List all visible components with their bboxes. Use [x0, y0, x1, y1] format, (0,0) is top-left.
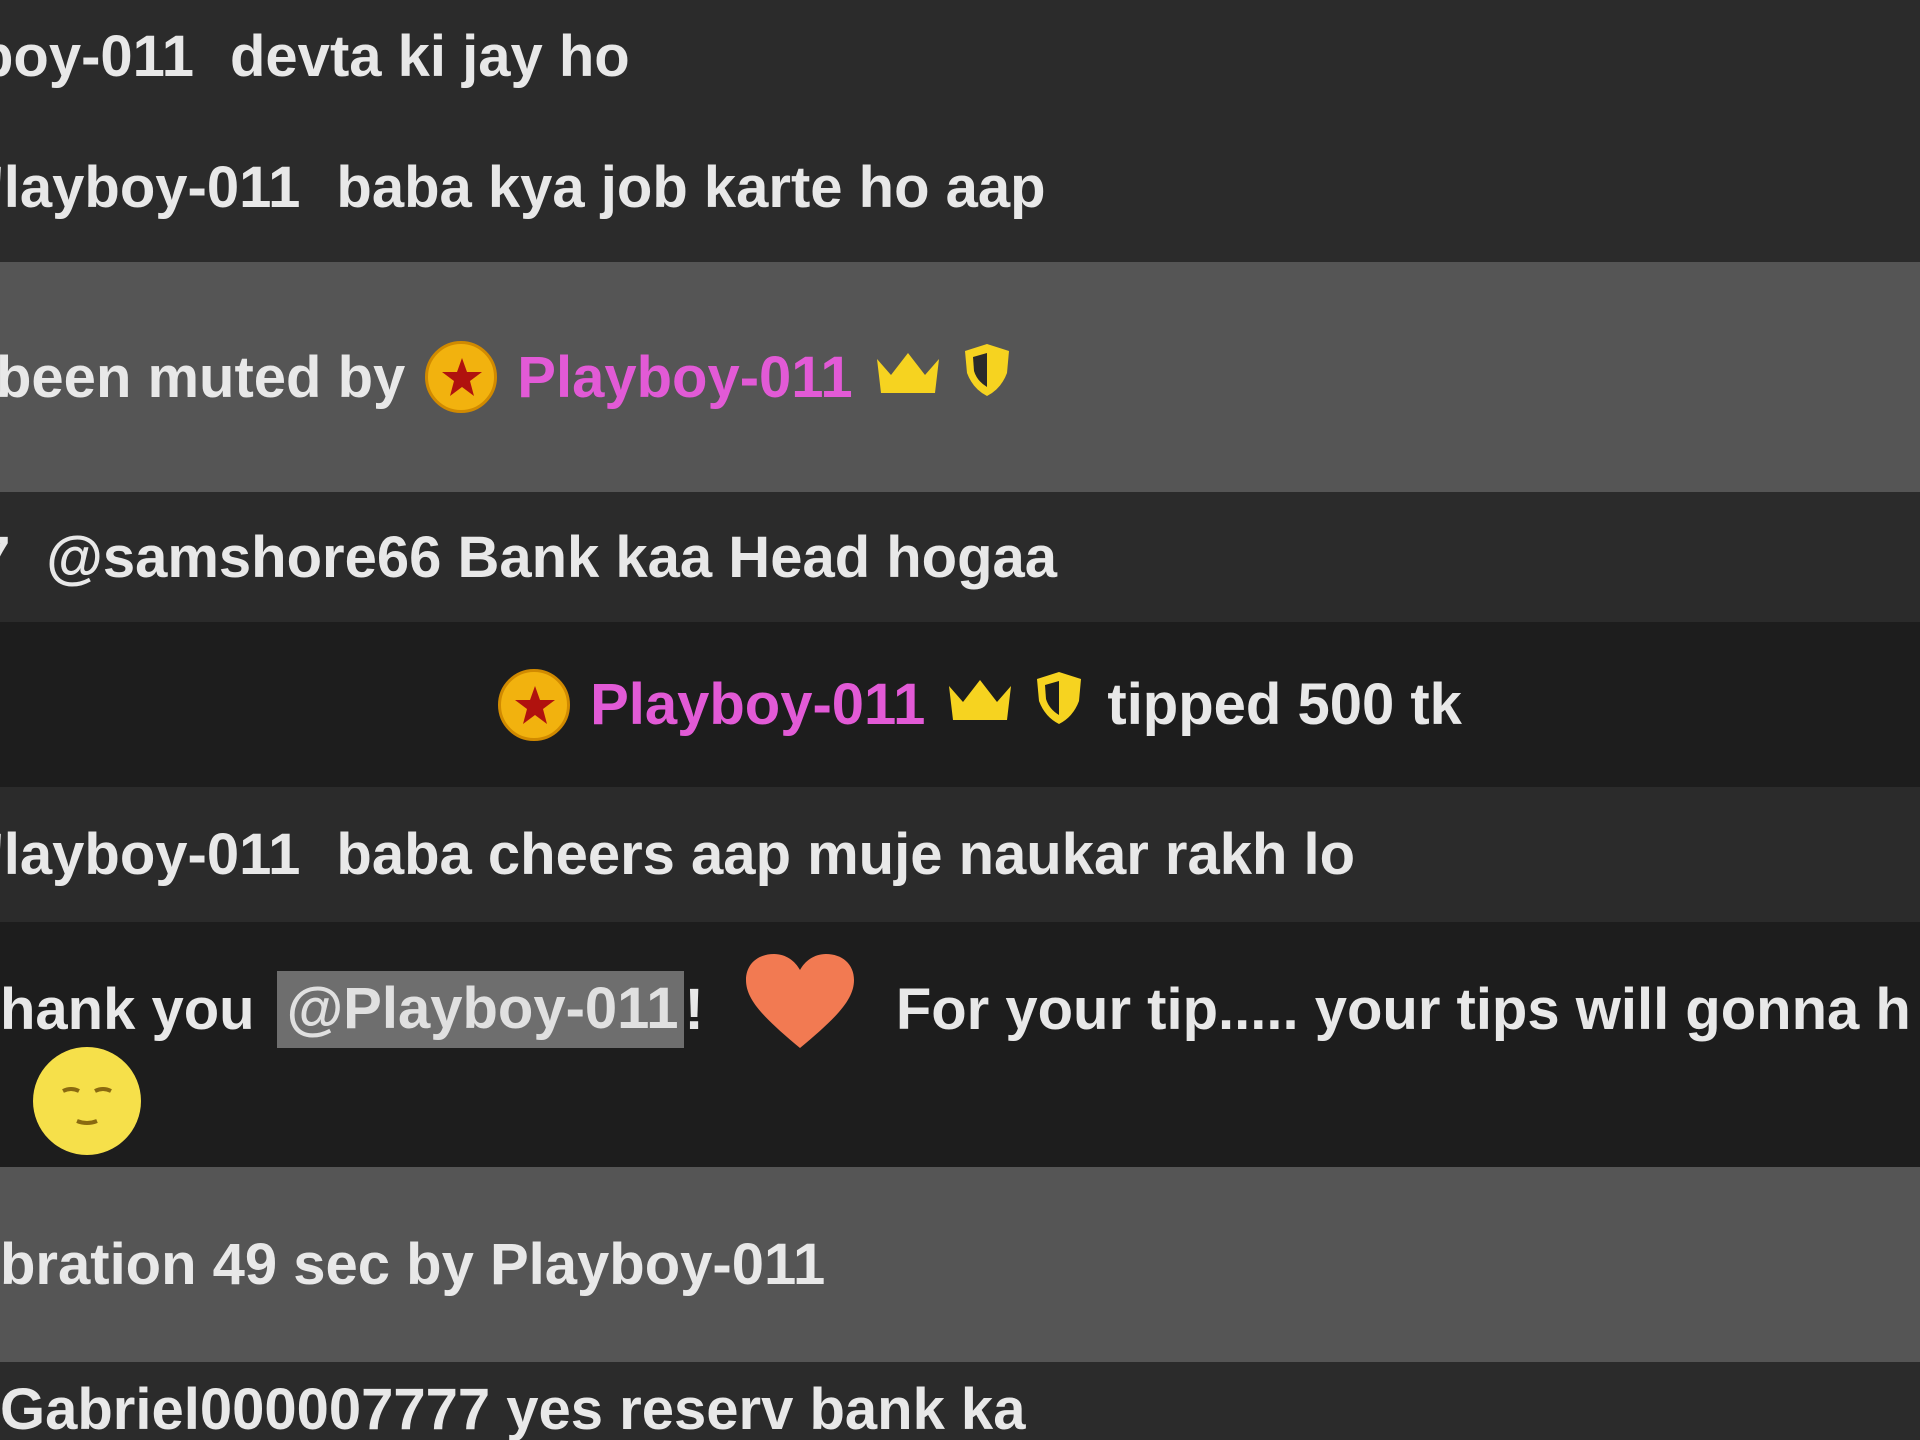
heart-icon: [744, 952, 856, 1066]
chat-text: For your tip..... your tips will gonna h: [895, 976, 1911, 1042]
notice-text: bration 49 sec by Playboy-011: [0, 1232, 826, 1297]
notice-text: been muted by: [0, 344, 406, 410]
crown-icon: [873, 344, 943, 411]
relieved-face-icon: [33, 1047, 141, 1155]
chat-username[interactable]: 'layboy-011: [0, 154, 300, 221]
chat-username[interactable]: 'layboy-011: [0, 821, 300, 888]
chat-username[interactable]: 7: [0, 524, 10, 591]
chat-message: 'layboy-011 baba kya job karte ho aap: [0, 112, 1920, 262]
chat-text: @samshore66 Bank kaa Head hogaa: [46, 524, 1058, 590]
chat-message: 7 @samshore66 Bank kaa Head hogaa: [0, 492, 1920, 622]
system-notice: bration 49 sec by Playboy-011: [0, 1167, 1920, 1362]
chat-username[interactable]: boy-011: [0, 23, 194, 90]
thank-you-message: hank you @Playboy-011 ! For your tip....…: [0, 922, 1920, 1167]
chat-message: Gabriel000007777 yes reserv bank ka: [0, 1362, 1920, 1440]
chat-text: Gabriel000007777 yes reserv bank ka: [0, 1377, 1026, 1440]
shield-icon: [961, 341, 1013, 413]
star-badge-icon: [425, 341, 498, 413]
chat-panel: boy-011 devta ki jay ho 'layboy-011 baba…: [0, 0, 1920, 1440]
tip-text: tipped 500 tk: [1107, 672, 1462, 737]
chat-text-suffix: !: [684, 976, 704, 1042]
moderator-username[interactable]: Playboy-011: [517, 344, 852, 411]
chat-message: boy-011 devta ki jay ho: [0, 0, 1920, 112]
tipper-username[interactable]: Playboy-011: [590, 671, 925, 738]
chat-text: baba cheers aap muje naukar rakh lo: [336, 822, 1356, 887]
shield-icon: [1033, 669, 1085, 741]
star-badge-icon: [498, 668, 571, 741]
chat-text: devta ki jay ho: [230, 23, 630, 89]
tip-notice: Playboy-011 tipped 500 tk: [0, 622, 1920, 787]
chat-text-prefix: hank you: [0, 976, 255, 1042]
user-mention[interactable]: @Playboy-011: [276, 970, 685, 1048]
crown-icon: [945, 671, 1015, 738]
system-notice-mute: been muted by Playboy-011: [0, 262, 1920, 492]
chat-text: baba kya job karte ho aap: [336, 154, 1046, 220]
chat-message: 'layboy-011 baba cheers aap muje naukar …: [0, 787, 1920, 922]
